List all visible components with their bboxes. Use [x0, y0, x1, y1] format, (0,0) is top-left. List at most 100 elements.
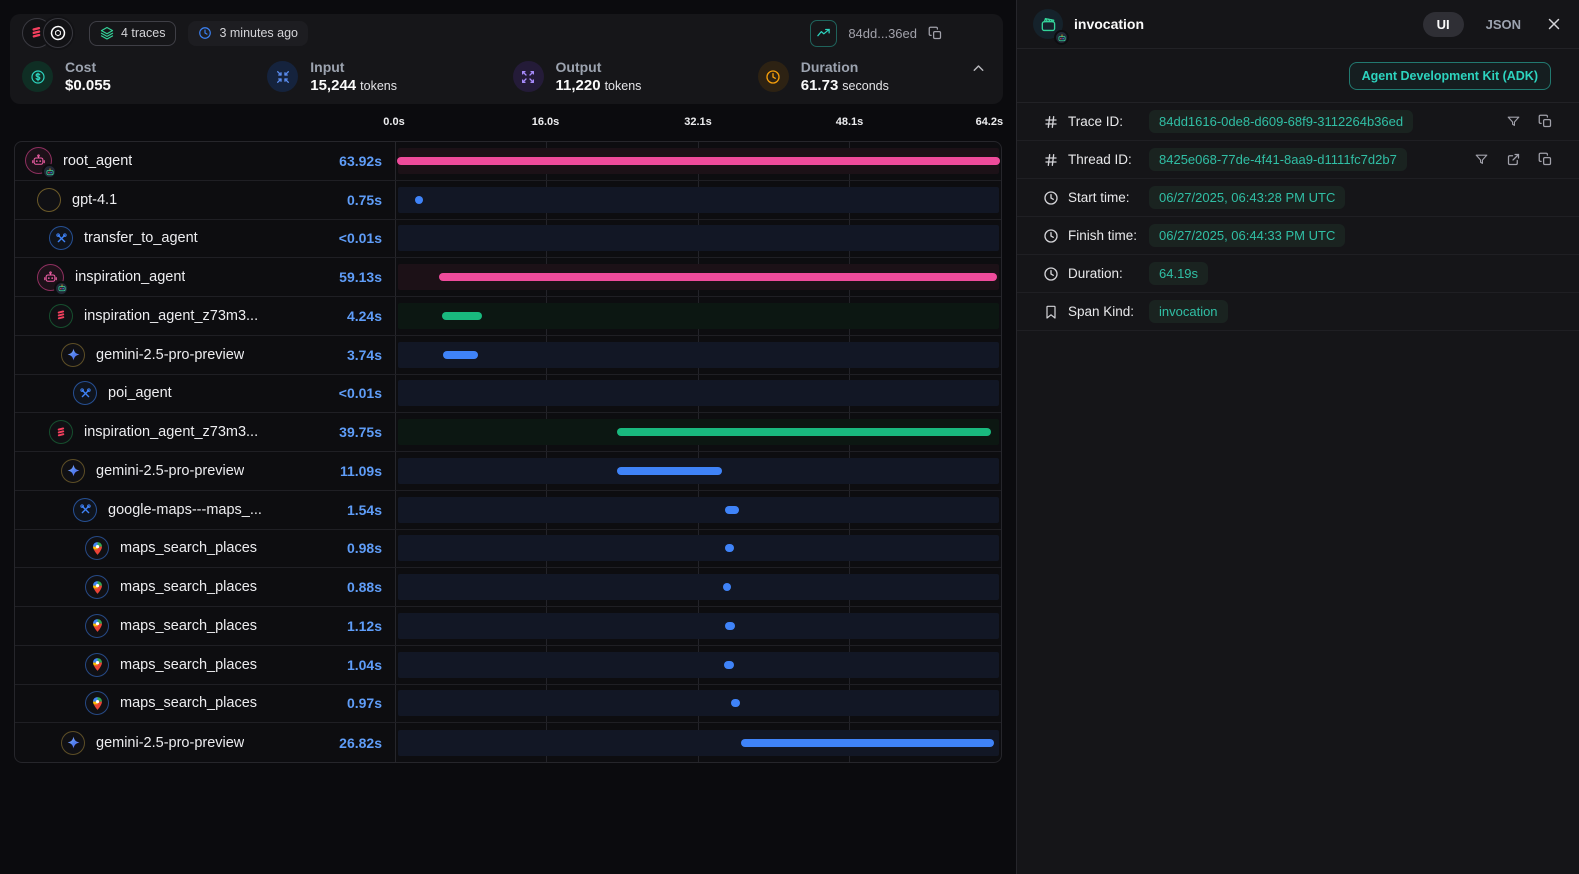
tool-icon — [49, 226, 73, 250]
arrows-in-icon — [267, 61, 298, 92]
trace-row[interactable]: transfer_to_agent <0.01s — [15, 220, 1001, 259]
field-value[interactable]: 06/27/2025, 06:44:33 PM UTC — [1149, 224, 1345, 247]
span-name: gemini-2.5-pro-preview — [96, 735, 244, 751]
field-value[interactable]: 8425e068-77de-4f41-8aa9-d1111fc7d2b7 — [1149, 148, 1407, 171]
trace-row-label: gemini-2.5-pro-preview 11.09s — [15, 452, 395, 490]
span-duration: 39.75s — [331, 424, 382, 440]
span-duration: <0.01s — [331, 230, 382, 246]
stat-duration: Duration 61.73seconds — [758, 58, 1003, 96]
stat-input: Input 15,244tokens — [267, 58, 512, 96]
trace-row-label: maps_search_places 0.88s — [15, 568, 395, 606]
field-value[interactable]: 06/27/2025, 06:43:28 PM UTC — [1149, 186, 1345, 209]
framework-badge-row: Agent Development Kit (ADK) — [1017, 49, 1579, 103]
trace-age-label: 3 minutes ago — [219, 26, 298, 40]
copy-icon[interactable] — [1538, 152, 1553, 167]
external-link-icon[interactable] — [1506, 152, 1521, 167]
chevron-up-icon[interactable] — [970, 60, 987, 77]
timeline-bar — [415, 196, 423, 204]
clock-icon — [1043, 266, 1059, 282]
span-duration: 0.98s — [339, 540, 382, 556]
maps-pin-icon — [85, 691, 109, 715]
span-name: root_agent — [63, 153, 132, 169]
stat-input-unit: tokens — [360, 79, 397, 93]
field-label: Start time: — [1068, 190, 1149, 205]
trace-row[interactable]: maps_search_places 0.98s — [15, 530, 1001, 569]
trace-row[interactable]: inspiration_agent 59.13s — [15, 258, 1001, 297]
maps-pin-icon — [85, 536, 109, 560]
openai-icon — [37, 188, 61, 212]
invocation-icon — [1033, 9, 1063, 39]
maps-pin-icon — [85, 653, 109, 677]
trace-chart-button[interactable] — [810, 20, 837, 47]
timeline-track — [398, 380, 999, 406]
axis-tick-label: 32.1s — [684, 116, 712, 128]
field-actions — [1474, 152, 1553, 167]
tab-ui[interactable]: UI — [1423, 12, 1464, 37]
copy-icon[interactable] — [928, 26, 943, 41]
axis-tick-label: 64.2s — [976, 116, 1004, 128]
clock-icon — [758, 61, 789, 92]
framework-badge[interactable]: Agent Development Kit (ADK) — [1349, 62, 1551, 90]
stat-duration-label: Duration — [801, 58, 889, 76]
close-icon[interactable] — [1545, 15, 1563, 33]
timeline-axis: 0.0s16.0s32.1s48.1s64.2s — [394, 116, 1002, 134]
trace-id-reference: 84dd...36ed — [810, 20, 943, 47]
timeline-bar — [725, 506, 740, 514]
timeline-track — [398, 535, 999, 561]
span-name: maps_search_places — [120, 657, 257, 673]
agent-icon — [37, 264, 64, 291]
span-name: gemini-2.5-pro-preview — [96, 347, 244, 363]
trace-row[interactable]: inspiration_agent_z73m3... 4.24s — [15, 297, 1001, 336]
timeline-track — [398, 613, 999, 639]
layers-icon — [100, 26, 114, 40]
gemini-icon — [61, 731, 85, 755]
field-value[interactable]: 84dd1616-0de8-d609-68f9-3112264b36ed — [1149, 110, 1413, 133]
trace-row[interactable]: maps_search_places 0.88s — [15, 568, 1001, 607]
field-value[interactable]: invocation — [1149, 300, 1228, 323]
bookmark-icon — [1043, 304, 1059, 320]
timeline-bar — [439, 273, 996, 281]
clock-icon — [1043, 228, 1059, 244]
span-name: inspiration_agent_z73m3... — [84, 308, 258, 324]
trace-row[interactable]: maps_search_places 0.97s — [15, 685, 1001, 724]
timeline-bar — [443, 351, 478, 359]
traces-count-badge[interactable]: 4 traces — [89, 21, 176, 46]
timeline-bar — [741, 739, 994, 747]
span-duration: 63.92s — [331, 153, 382, 169]
copy-icon[interactable] — [1538, 114, 1553, 129]
field-value[interactable]: 64.19s — [1149, 262, 1208, 285]
trace-row[interactable]: google-maps---maps_... 1.54s — [15, 491, 1001, 530]
trace-row[interactable]: maps_search_places 1.12s — [15, 607, 1001, 646]
trace-row[interactable]: gemini-2.5-pro-preview 3.74s — [15, 336, 1001, 375]
span-duration: 11.09s — [332, 463, 382, 479]
field-actions — [1506, 114, 1553, 129]
filter-icon[interactable] — [1506, 114, 1521, 129]
axis-tick-label: 16.0s — [532, 116, 560, 128]
trace-row-timeline — [395, 142, 1001, 180]
span-details-header: invocation UIJSON — [1017, 0, 1579, 49]
stat-cost-value: $0.055 — [65, 77, 111, 94]
tab-json[interactable]: JSON — [1472, 12, 1535, 37]
gemini-icon — [61, 343, 85, 367]
trace-waterfall-table: root_agent 63.92s gpt-4.1 0.75s transfer… — [14, 141, 1002, 763]
traces-count-label: 4 traces — [121, 26, 165, 40]
filter-icon[interactable] — [1474, 152, 1489, 167]
trace-header-panel: 4 traces 3 minutes ago 84dd...36ed Cost … — [10, 14, 1003, 104]
field-label: Duration: — [1068, 266, 1149, 281]
trace-row-timeline — [395, 607, 1001, 645]
hash-icon — [1043, 152, 1059, 168]
trace-row[interactable]: root_agent 63.92s — [15, 142, 1001, 181]
trace-row[interactable]: poi_agent <0.01s — [15, 375, 1001, 414]
trace-row[interactable]: maps_search_places 1.04s — [15, 646, 1001, 685]
trace-row[interactable]: inspiration_agent_z73m3... 39.75s — [15, 413, 1001, 452]
adk-mini-badge-icon — [1054, 30, 1069, 45]
span-duration: 59.13s — [331, 269, 382, 285]
trace-row[interactable]: gemini-2.5-pro-preview 11.09s — [15, 452, 1001, 491]
trace-row[interactable]: gpt-4.1 0.75s — [15, 181, 1001, 220]
timeline-track — [398, 187, 999, 213]
hash-icon — [1043, 114, 1059, 130]
trace-row[interactable]: gemini-2.5-pro-preview 26.82s — [15, 723, 1001, 762]
span-duration: 3.74s — [339, 347, 382, 363]
field-label: Trace ID: — [1068, 114, 1149, 129]
trace-row-label: inspiration_agent_z73m3... 4.24s — [15, 297, 395, 335]
